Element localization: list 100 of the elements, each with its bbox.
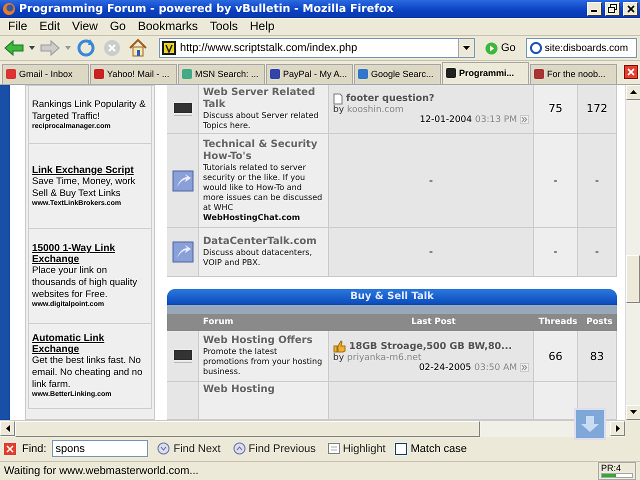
down-arrow-icon [580, 414, 600, 433]
go-to-post-icon[interactable] [520, 115, 529, 124]
ad-text: Place your link on thousands of high quality websites for Free. [32, 265, 138, 300]
column-header: Threads [538, 316, 578, 330]
column-header: Posts [585, 316, 614, 330]
column-header: Forum [202, 316, 234, 330]
address-field[interactable]: http://www.scriptstalk.com/index.php [159, 38, 475, 58]
browser-logo-icon [2, 2, 16, 16]
restore-button[interactable] [605, 2, 620, 16]
thread-count: - [554, 245, 558, 258]
column-header: Last Post [410, 316, 457, 330]
menu-item[interactable]: Go [104, 19, 132, 34]
document-icon [333, 92, 343, 105]
ad-text: Rankings Link Popularity & Targeted Traffic! [32, 98, 147, 122]
menu-item[interactable]: Tools [204, 19, 244, 34]
forum-description: Discuss about Server related Topics here. [203, 110, 320, 131]
menu-item[interactable]: Edit [33, 19, 66, 34]
site-icon [533, 68, 545, 80]
menu-item[interactable]: Bookmarks [132, 19, 204, 34]
close-icon [627, 68, 635, 76]
browser-tab[interactable]: PayPal - My A... [266, 64, 353, 84]
browser-tab[interactable]: Programmi... [442, 62, 529, 84]
last-post-empty: - [429, 245, 433, 258]
last-post-title[interactable]: 18GB Stroage,500 GB BW,80... [349, 340, 512, 352]
find-label: Find: [22, 442, 46, 455]
ad-text: Get the best links fast. No email. No cheating and no link farm. [32, 355, 144, 390]
ad-link[interactable]: Link Exchange Script [32, 164, 148, 176]
post-count: 172 [586, 102, 608, 116]
scroll-thumb[interactable] [15, 420, 480, 437]
scroll-right-button[interactable] [610, 420, 625, 436]
forum-title[interactable]: DataCenterTalk.com [203, 236, 324, 248]
reload-button[interactable] [75, 37, 97, 60]
search-engine-icon [528, 41, 543, 56]
up-arrow-icon [630, 90, 637, 94]
restore-icon [608, 4, 617, 14]
close-find-bar-icon[interactable] [4, 442, 16, 455]
post-count: - [595, 174, 599, 188]
post-time: 03:13 PM [475, 114, 517, 125]
left-arrow-icon [6, 424, 10, 432]
section-title[interactable]: Buy & Sell Talk [350, 291, 434, 302]
close-tab-button[interactable] [624, 65, 638, 80]
post-count: 83 [590, 350, 604, 363]
last-post-title[interactable]: footer question? [346, 93, 434, 104]
browser-tab[interactable]: Yahoo! Mail - ... [90, 64, 177, 84]
minimize-button[interactable] [587, 2, 602, 16]
down-arrow-icon [630, 410, 637, 414]
browser-tab[interactable]: MSN Search: ... [178, 64, 265, 84]
forum-description: Tutorials related to server security or the like. If you would like to How-To and more issues can be discussed at WHC WebHostingChat.com [203, 162, 324, 223]
pagerank-meter: PR:4 [598, 462, 636, 480]
window-title: Programming Forum - powered by vBulletin - Mozilla Firefox [19, 2, 395, 16]
find-previous-button[interactable]: Find Previous [230, 442, 319, 456]
match-case-checkbox[interactable] [394, 442, 407, 455]
find-next-button[interactable]: Find Next [154, 442, 224, 456]
scroll-up-button[interactable] [626, 84, 640, 100]
highlight-button[interactable]: Highlight [324, 442, 389, 455]
forum-title[interactable]: Web Server Related Talk [203, 86, 324, 111]
site-icon [181, 68, 193, 80]
right-arrow-icon [616, 424, 620, 432]
forum-title[interactable]: Web Hosting Offers [203, 335, 324, 348]
site-icon [445, 67, 457, 80]
menu-item[interactable]: Help [244, 19, 281, 34]
forum-title[interactable]: Technical & Security How-To's [203, 138, 324, 163]
ad-link[interactable]: Automatic Link Exchange [32, 333, 148, 356]
scroll-left-button[interactable] [0, 420, 15, 436]
go-button[interactable]: Go [479, 42, 522, 55]
menu-item[interactable]: File [2, 19, 34, 34]
thumbs-up-icon [333, 340, 346, 353]
forum-title[interactable]: Web Hosting [203, 384, 324, 396]
post-date: 02-24-2005 [418, 362, 472, 373]
match-case-label[interactable]: Match case [410, 442, 467, 455]
go-to-post-icon[interactable] [520, 363, 529, 372]
scroll-thumb[interactable] [626, 254, 640, 303]
post-date: 12-01-2004 [420, 114, 472, 125]
post-count: - [595, 245, 599, 258]
thread-count: 75 [548, 102, 562, 116]
close-icon [626, 4, 634, 13]
ad-link[interactable]: 15000 1-Way Link Exchange [32, 243, 148, 266]
browser-tab[interactable]: Google Searc... [354, 64, 441, 84]
by-label: by [333, 104, 344, 115]
browser-tab[interactable]: For the noob... [530, 64, 617, 84]
dropdown-icon[interactable] [29, 46, 35, 50]
last-post-empty: - [429, 174, 433, 188]
post-time: 03:50 AM [474, 362, 517, 373]
close-button[interactable] [623, 2, 638, 16]
find-field[interactable]: spons [52, 440, 148, 458]
browser-tab[interactable]: Gmail - Inbox [2, 64, 89, 84]
search-field[interactable]: site:disboards.com [526, 38, 637, 58]
home-button[interactable] [127, 37, 149, 60]
go-icon [485, 42, 498, 55]
forum-description: Discuss about datacenters, VOIP and PBX. [203, 248, 313, 268]
dropdown-button[interactable] [458, 39, 474, 58]
thread-count: - [554, 174, 558, 188]
highlight-icon [328, 443, 340, 454]
site-icon [5, 68, 17, 80]
ad-text: Save Time, Money, work Sell & Buy Text Links [32, 176, 136, 200]
thread-count: 66 [548, 350, 562, 363]
by-label: by [333, 352, 344, 363]
menu-item[interactable]: View [66, 19, 104, 34]
forum-description: Promote the latest promotions from your hosting business. [203, 347, 324, 378]
site-icon [93, 68, 105, 80]
